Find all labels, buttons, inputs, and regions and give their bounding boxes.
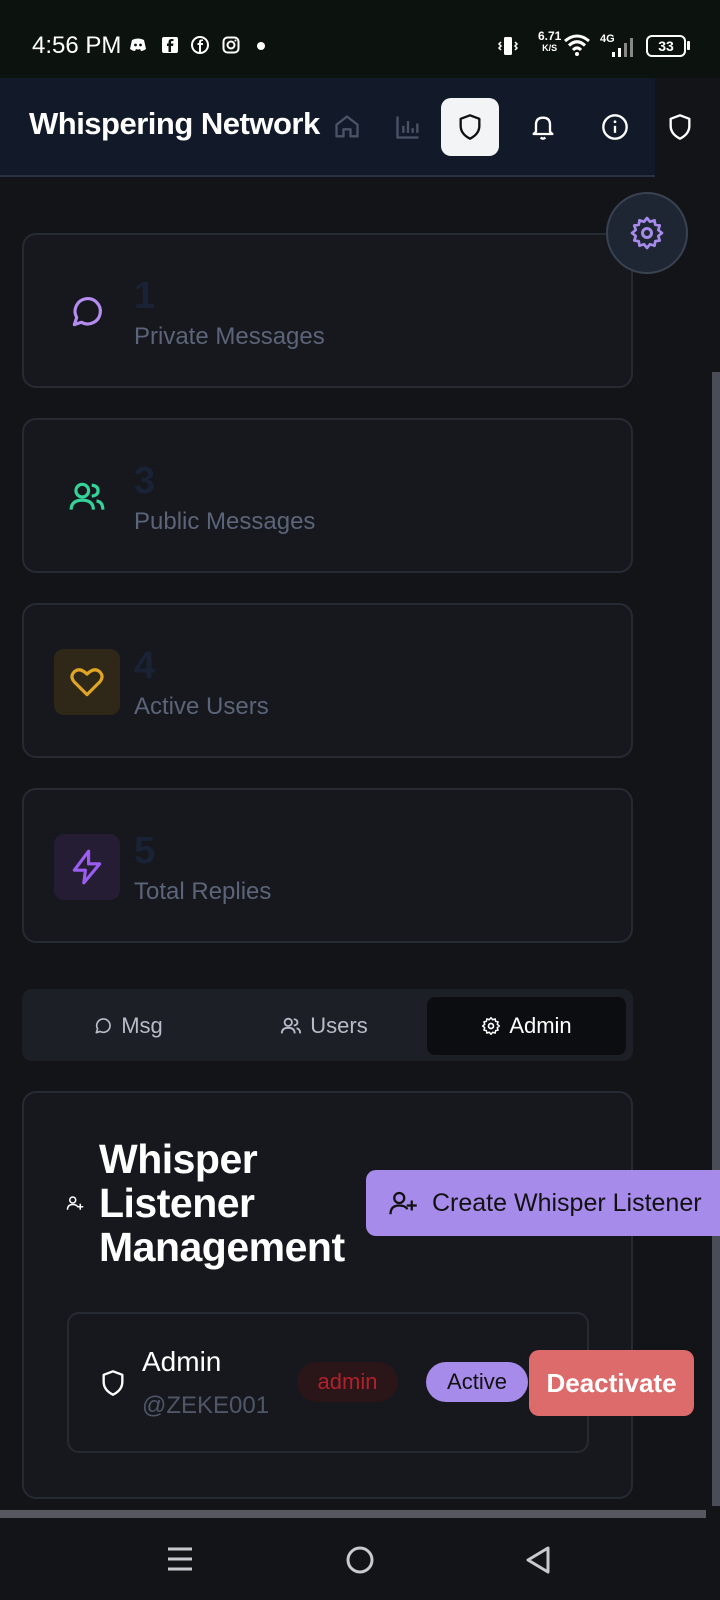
user-plus-icon xyxy=(389,1191,417,1215)
stat-label: Active Users xyxy=(134,693,269,720)
deactivate-button[interactable]: Deactivate xyxy=(529,1350,694,1416)
notification-dot-icon xyxy=(257,42,265,50)
stat-card-private-messages: 1 Private Messages xyxy=(22,233,633,388)
users-icon xyxy=(69,482,105,510)
users-icon xyxy=(281,1017,302,1034)
home-icon xyxy=(335,115,359,138)
status-badge: Active xyxy=(426,1362,528,1402)
heart-icon xyxy=(70,668,104,697)
network-speed-unit: K/S xyxy=(542,43,558,53)
zap-icon xyxy=(72,849,102,885)
message-circle-icon xyxy=(72,297,102,327)
panel-title: Whisper Listener Management xyxy=(99,1136,345,1270)
settings-fab[interactable] xyxy=(606,192,688,274)
nav-info-button[interactable] xyxy=(586,98,644,156)
stat-card-public-messages: 3 Public Messages xyxy=(22,418,633,573)
app-title: Whispering Network xyxy=(29,106,320,141)
stat-icon-container xyxy=(54,649,120,715)
listener-handle: @ZEKE001 xyxy=(142,1392,270,1419)
network-speed-value: 6.71 xyxy=(538,29,562,43)
recent-apps-button[interactable] xyxy=(166,1545,194,1573)
tab-users[interactable]: Users xyxy=(226,997,422,1055)
tab-messages[interactable]: Msg xyxy=(30,997,226,1055)
bell-icon xyxy=(532,116,554,140)
status-time: 4:56 PM xyxy=(32,32,122,59)
battery-tip xyxy=(687,41,690,50)
info-icon xyxy=(602,114,628,140)
stat-label: Private Messages xyxy=(134,323,325,350)
stat-label: Total Replies xyxy=(134,878,272,905)
vertical-scrollbar[interactable] xyxy=(712,372,720,1506)
discord-icon xyxy=(128,35,148,55)
back-triangle-icon xyxy=(526,1546,550,1574)
vibrate-icon xyxy=(496,34,520,58)
horizontal-scrollbar[interactable] xyxy=(0,1510,706,1518)
create-listener-label: Create Whisper Listener xyxy=(432,1188,702,1217)
gear-icon xyxy=(482,1016,501,1036)
home-circle-icon xyxy=(346,1546,374,1574)
signal-icon xyxy=(610,36,640,58)
back-button[interactable] xyxy=(524,1545,552,1575)
user-plus-icon xyxy=(66,1194,84,1212)
nav-stats-button[interactable] xyxy=(379,98,437,156)
nav-admin-button[interactable] xyxy=(441,98,499,156)
stat-card-active-users: 4 Active Users xyxy=(22,603,633,758)
home-button[interactable] xyxy=(345,1545,375,1575)
tab-admin[interactable]: Admin xyxy=(427,997,626,1055)
stat-value: 5 xyxy=(134,830,156,872)
nav-shield-button[interactable] xyxy=(652,98,708,156)
bar-chart-icon xyxy=(396,116,419,139)
shield-icon xyxy=(669,114,691,140)
facebook-icon xyxy=(190,35,210,55)
wifi-icon xyxy=(563,32,591,58)
tab-label: Msg xyxy=(121,1013,163,1038)
instagram-icon xyxy=(221,35,241,55)
stat-label: Public Messages xyxy=(134,508,316,535)
stat-card-total-replies: 5 Total Replies xyxy=(22,788,633,943)
stat-icon-container xyxy=(54,279,120,345)
stat-value: 1 xyxy=(134,275,156,317)
menu-icon xyxy=(168,1547,192,1571)
stat-value: 3 xyxy=(134,460,156,502)
role-badge: admin xyxy=(297,1362,398,1402)
facebook-page-icon xyxy=(160,35,180,55)
battery-indicator: 33 xyxy=(646,35,686,57)
tab-label: Admin xyxy=(509,1013,572,1038)
shield-icon xyxy=(99,1368,127,1398)
battery-level: 33 xyxy=(658,38,674,54)
message-circle-icon xyxy=(95,1018,112,1034)
stat-icon-container xyxy=(54,834,120,900)
gear-icon xyxy=(630,216,664,250)
stat-value: 4 xyxy=(134,645,156,687)
shield-icon xyxy=(459,114,481,140)
create-listener-button[interactable]: Create Whisper Listener xyxy=(366,1170,720,1236)
network-speed: 6.71 K/S xyxy=(538,30,561,54)
nav-notifications-button[interactable] xyxy=(514,98,572,156)
nav-home-button[interactable] xyxy=(318,98,376,156)
stat-icon-container xyxy=(54,464,120,530)
tab-label: Users xyxy=(310,1013,368,1038)
section-tabs: Msg Users Admin xyxy=(22,989,633,1061)
listener-name: Admin xyxy=(142,1346,222,1377)
